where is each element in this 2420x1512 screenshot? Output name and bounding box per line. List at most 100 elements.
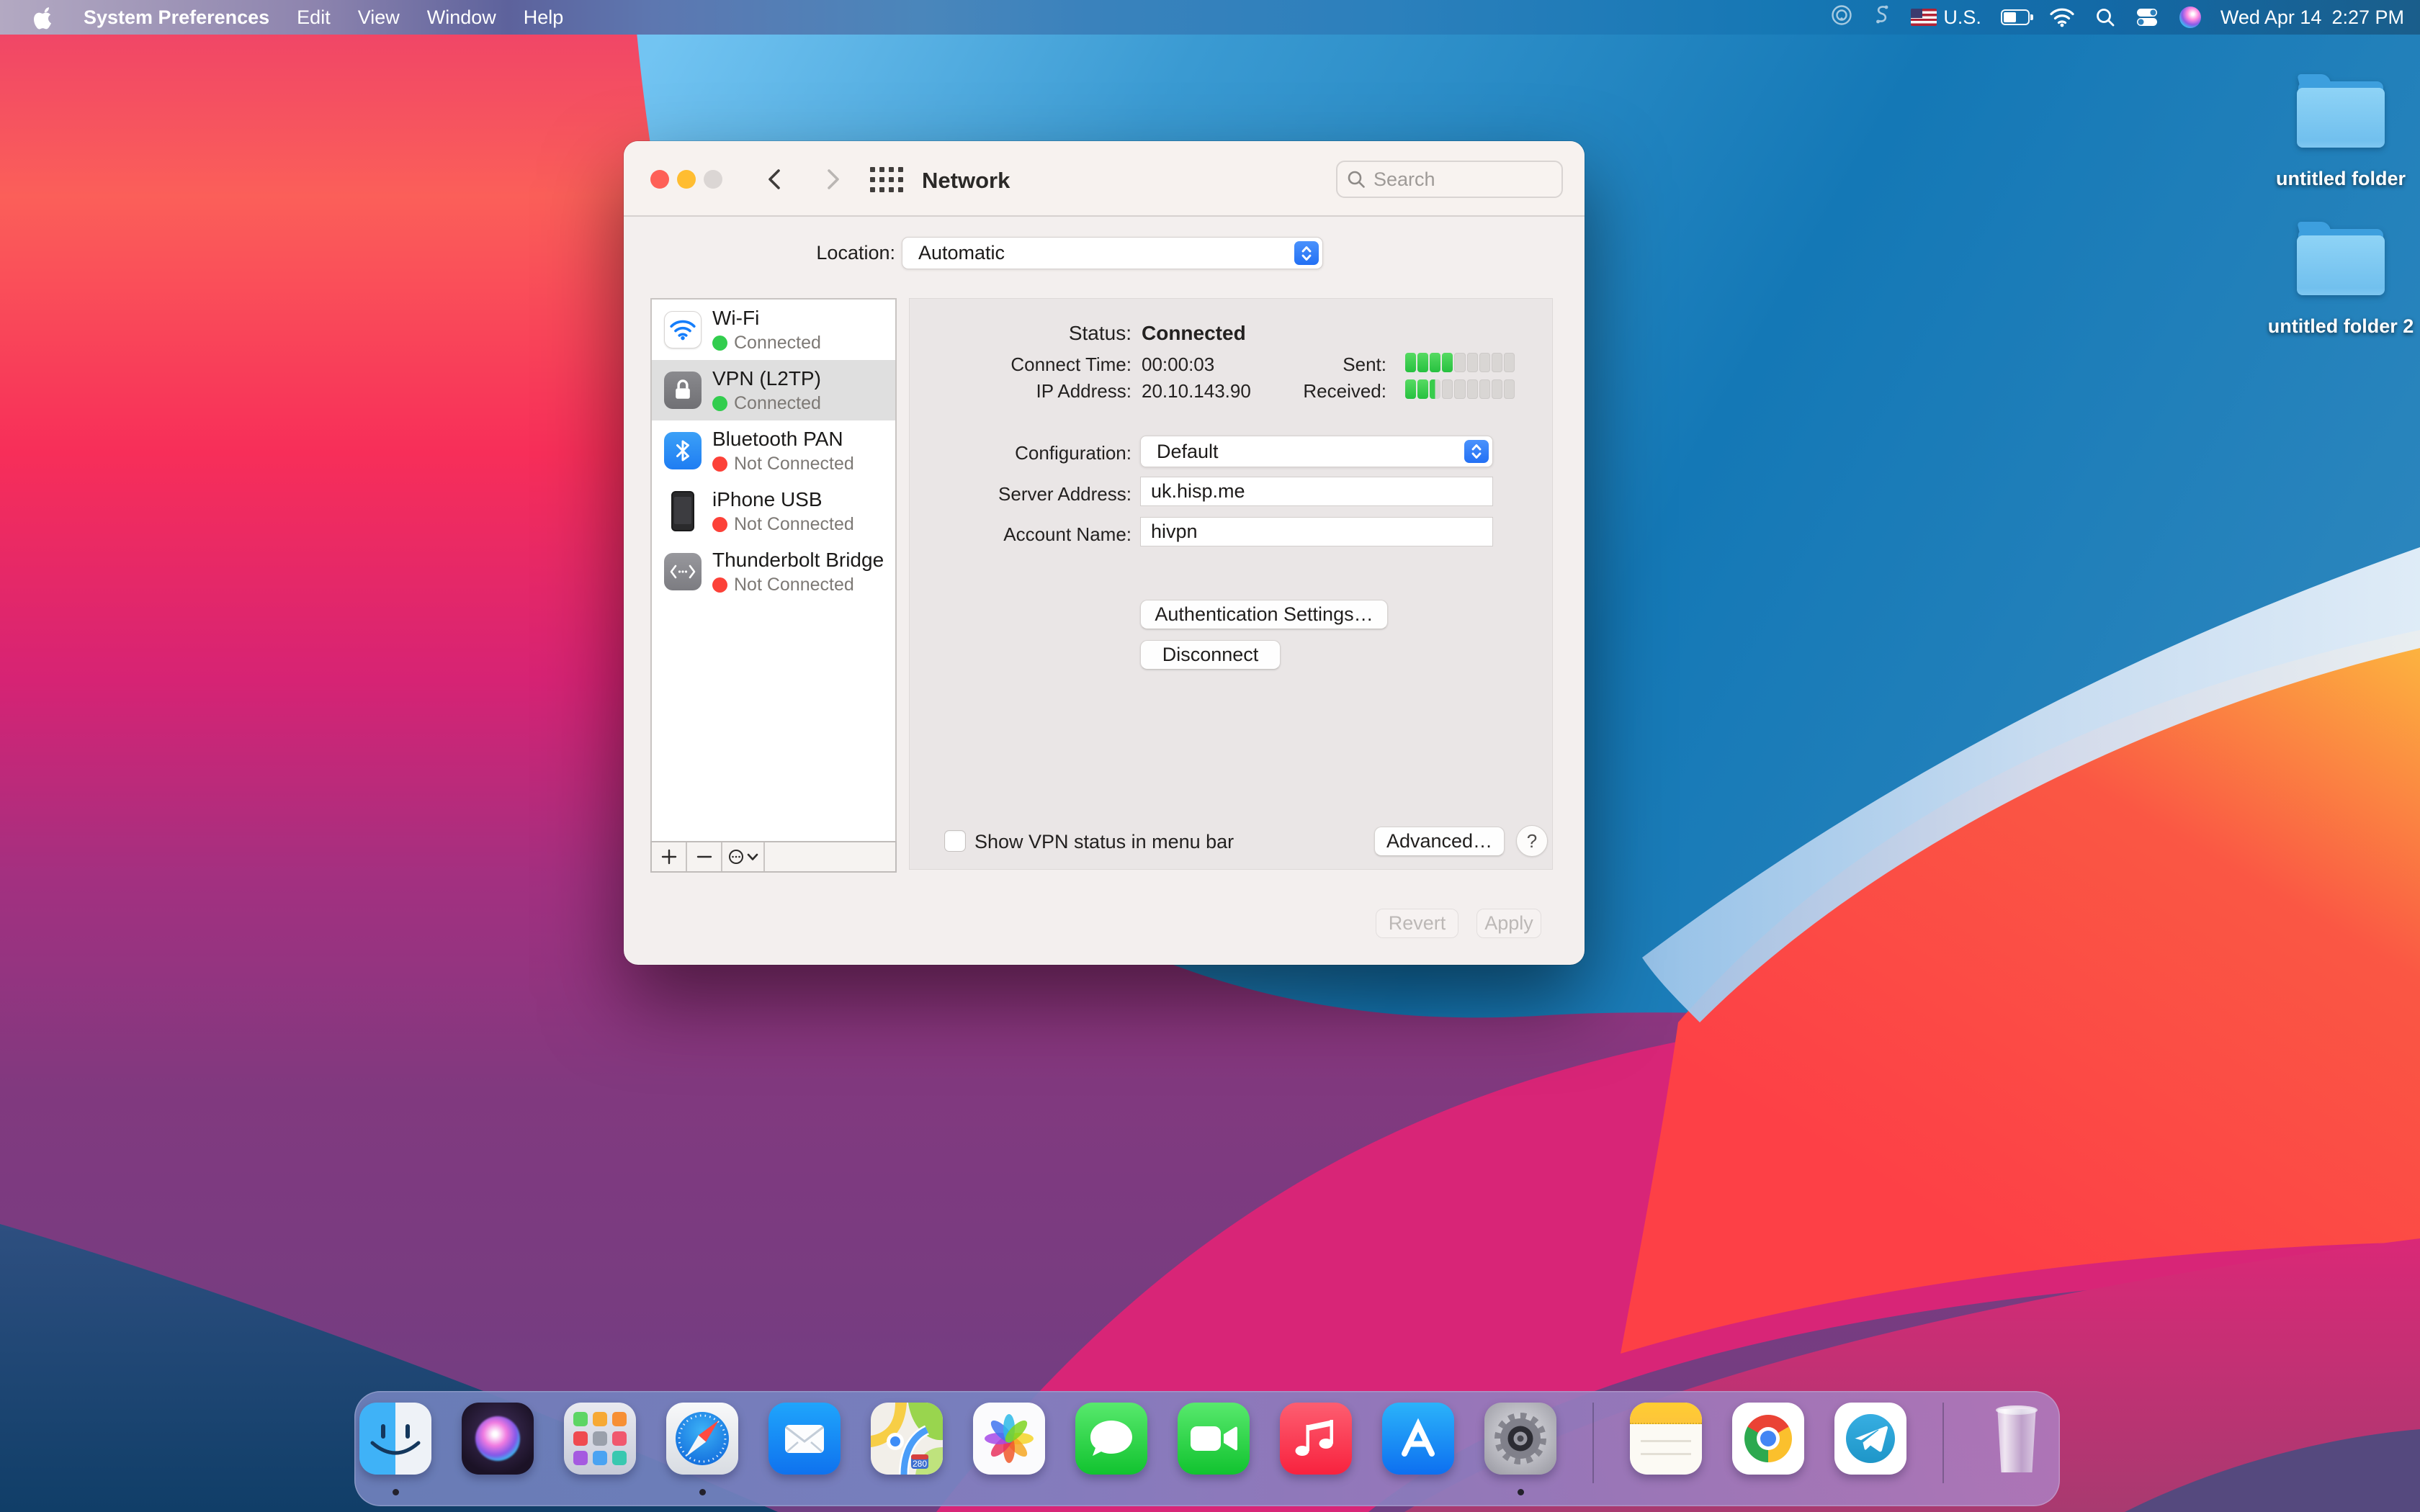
status-value: Connected [1142,322,1246,345]
server-address-label: Server Address: [915,483,1131,505]
zoom-button[interactable] [704,170,722,189]
status-dot-red [712,577,727,593]
dock-siri-icon[interactable] [462,1403,534,1475]
service-actions-button[interactable] [722,842,765,871]
service-status: Not Connected [734,514,854,535]
forward-button[interactable] [817,165,846,194]
dock-divider [1592,1403,1594,1483]
menu-help[interactable]: Help [524,6,564,29]
tunnel-app-menu-icon[interactable] [1873,4,1891,32]
stepper-icon [1294,241,1319,265]
detail-pane: Status: Connected Connect Time: 00:00:03… [909,298,1553,870]
help-button[interactable]: ? [1516,825,1548,857]
connect-time-label: Connect Time: [915,354,1131,376]
dock-photos-icon[interactable] [973,1403,1045,1475]
dock-launchpad-icon[interactable] [564,1403,636,1475]
dock-telegram-icon[interactable] [1834,1403,1906,1475]
service-row-wifi[interactable]: Wi-Fi Connected [652,300,895,360]
battery-icon[interactable] [2001,9,2030,25]
location-dropdown[interactable]: Automatic [902,237,1323,269]
menu-clock[interactable]: Wed Apr 14 2:27 PM [2220,6,2404,29]
location-value: Automatic [918,242,1005,264]
search-field[interactable]: Search [1336,161,1563,198]
siri-menu-icon[interactable] [2179,6,2201,28]
close-button[interactable] [650,170,669,189]
service-row-iphone-usb[interactable]: iPhone USB Not Connected [652,481,895,541]
account-name-label: Account Name: [915,523,1131,546]
stepper-icon [1464,440,1489,463]
configuration-dropdown[interactable]: Default [1140,436,1493,467]
disconnect-button[interactable]: Disconnect [1140,640,1281,670]
service-row-vpn[interactable]: VPN (L2TP) Connected [652,360,895,420]
vpn-app-menu-icon[interactable] [1830,4,1853,32]
dock-finder-icon[interactable] [359,1403,431,1475]
bluetooth-service-icon [664,432,702,469]
folder-icon [2297,76,2385,148]
desktop-folder-1[interactable]: untitled folder [2297,76,2385,148]
sent-label: Sent: [1242,354,1386,376]
dock-messages-icon[interactable] [1075,1403,1147,1475]
finder-running-indicator [393,1489,399,1495]
status-dot-green [712,396,727,411]
add-service-button[interactable] [652,842,687,871]
menu-view[interactable]: View [358,6,400,29]
dock-notes-icon[interactable] [1630,1403,1702,1475]
show-all-grid-icon[interactable] [870,167,903,197]
service-row-thunderbolt[interactable]: Thunderbolt Bridge Not Connected [652,541,895,602]
folder-label: untitled folder 2 [2268,315,2414,338]
show-vpn-status-label: Show VPN status in menu bar [974,831,1234,853]
show-vpn-status-checkbox[interactable] [944,830,966,852]
received-label: Received: [1242,380,1386,402]
input-source-menu[interactable]: U.S. [1911,6,1981,29]
status-dot-red [712,517,727,532]
services-sidebar: Wi-Fi Connected VPN (L2TP) Connected Blu… [650,298,897,873]
input-source-label: U.S. [1943,6,1981,29]
dock-divider [1942,1403,1944,1483]
wifi-menu-icon[interactable] [2049,6,2075,28]
dock-maps-icon[interactable]: 280 [871,1403,943,1475]
dock-safari-icon[interactable] [666,1403,738,1475]
authentication-settings-button[interactable]: Authentication Settings… [1140,600,1388,629]
server-address-field[interactable]: uk.hisp.me [1140,477,1493,506]
back-button[interactable] [761,165,790,194]
dock-mail-icon[interactable] [768,1403,841,1475]
desktop-folder-2[interactable]: untitled folder 2 [2297,223,2385,295]
service-status: Connected [734,393,821,414]
service-name: VPN (L2TP) [712,367,821,390]
control-center-icon[interactable] [2136,7,2160,27]
apply-button[interactable]: Apply [1476,909,1541,938]
service-row-bluetooth[interactable]: Bluetooth PAN Not Connected [652,420,895,481]
search-icon [1346,169,1366,189]
configuration-value: Default [1157,441,1219,463]
service-name: Thunderbolt Bridge [712,549,884,572]
dock-appstore-icon[interactable] [1382,1403,1454,1475]
menu-edit[interactable]: Edit [297,6,331,29]
service-status: Not Connected [734,454,854,474]
service-name: Bluetooth PAN [712,428,854,451]
account-name-field[interactable]: hivpn [1140,517,1493,546]
sidebar-toolbar [650,841,897,873]
spotlight-icon[interactable] [2094,6,2116,28]
menu-window[interactable]: Window [427,6,496,29]
status-dot-green [712,336,727,351]
dock-system-preferences-icon[interactable] [1484,1403,1556,1475]
status-label: Status: [915,322,1131,345]
safari-running-indicator [699,1489,706,1495]
dock-chrome-icon[interactable] [1732,1403,1804,1475]
dock-facetime-icon[interactable] [1178,1403,1250,1475]
us-flag-icon [1911,9,1937,26]
ip-address-value: 20.10.143.90 [1142,380,1251,402]
connect-time-value: 00:00:03 [1142,354,1214,376]
status-dot-red [712,456,727,472]
remove-service-button[interactable] [687,842,722,871]
advanced-button[interactable]: Advanced… [1374,827,1505,856]
iphone-service-icon [664,492,702,530]
revert-button[interactable]: Revert [1376,909,1458,938]
dock-music-icon[interactable] [1280,1403,1352,1475]
service-status: Not Connected [734,575,854,595]
menu-app-name[interactable]: System Preferences [84,6,269,29]
dock-trash-icon[interactable] [1980,1403,2052,1475]
vpn-lock-icon [664,372,702,409]
minimize-button[interactable] [677,170,696,189]
apple-menu-icon[interactable] [33,5,55,30]
